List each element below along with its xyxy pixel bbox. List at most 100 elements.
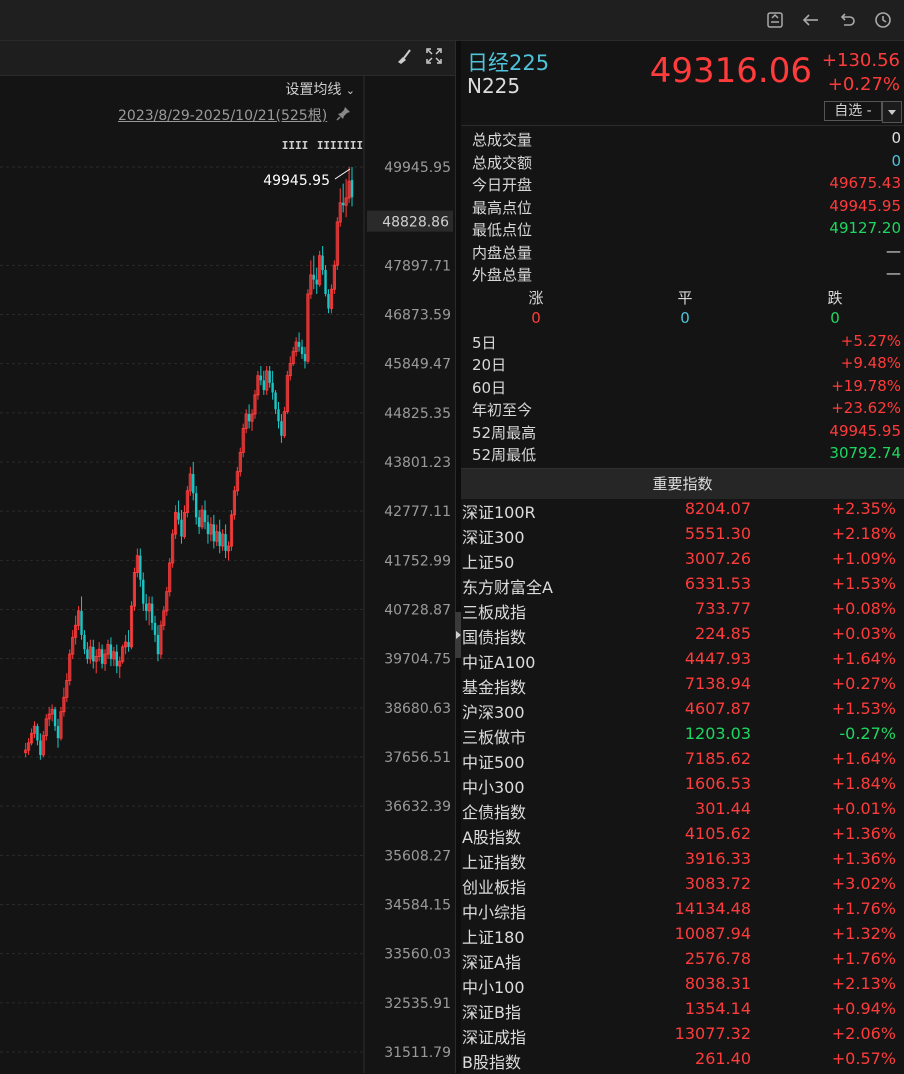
- candle-body: [83, 634, 86, 650]
- brush-icon[interactable]: [395, 47, 413, 69]
- index-row-price: 2576.78: [684, 949, 751, 968]
- candle-body: [274, 392, 277, 410]
- index-row[interactable]: 深证成指 13077.32 +2.06%: [461, 1024, 904, 1049]
- index-row-change: +0.03%: [831, 624, 896, 643]
- index-row-price: 4105.62: [684, 824, 751, 843]
- stat-row: 最高点位 49945.95: [461, 197, 904, 219]
- index-row-name: 深证A指: [462, 953, 521, 972]
- index-row-name: 中小100: [462, 978, 525, 997]
- index-row-name: 深证成指: [462, 1028, 527, 1047]
- candle-body: [142, 579, 145, 604]
- stat-value: —: [886, 264, 901, 282]
- period-value: +5.27%: [840, 331, 901, 350]
- index-row[interactable]: 创业板指 3083.72 +3.02%: [461, 874, 904, 899]
- index-row[interactable]: 中证500 7185.62 +1.64%: [461, 749, 904, 774]
- candle-body: [177, 512, 180, 520]
- candle-body: [145, 603, 148, 611]
- candle-body: [327, 294, 330, 309]
- index-row[interactable]: 东方财富全A 6331.53 +1.53%: [461, 574, 904, 599]
- index-row-price: 3007.26: [684, 549, 751, 568]
- set-ma-button[interactable]: 设置均线 ⌄: [285, 79, 355, 99]
- index-row-change: +1.64%: [831, 649, 896, 668]
- period-value: +19.78%: [831, 376, 901, 395]
- index-row[interactable]: 基金指数 7138.94 +0.27%: [461, 674, 904, 699]
- period-value: 49945.95: [829, 421, 901, 440]
- index-row[interactable]: 深证B指 1354.14 +0.94%: [461, 999, 904, 1024]
- index-row[interactable]: 上证指数 3916.33 +1.36%: [461, 849, 904, 874]
- candle-body: [100, 649, 104, 664]
- index-row[interactable]: 中小300 1606.53 +1.84%: [461, 774, 904, 799]
- index-row[interactable]: 三板成指 733.77 +0.08%: [461, 599, 904, 624]
- period-row: 5日 +5.27%: [461, 332, 904, 354]
- index-row[interactable]: 上证180 10087.94 +1.32%: [461, 924, 904, 949]
- stat-label: 总成交量: [472, 131, 533, 149]
- candle-body: [80, 610, 83, 635]
- index-row[interactable]: 深证300 5551.30 +2.18%: [461, 524, 904, 549]
- y-tick-label: 45849.47: [384, 357, 451, 373]
- index-row-change: +2.13%: [831, 974, 896, 993]
- breadth-header-label: 涨: [528, 288, 544, 307]
- stat-label: 外盘总量: [472, 266, 533, 284]
- y-tick-label: 39704.75: [384, 652, 451, 668]
- expand-icon[interactable]: [425, 47, 443, 69]
- undo-icon[interactable]: [834, 8, 860, 32]
- index-row[interactable]: B股指数 261.40 +0.57%: [461, 1049, 904, 1074]
- price-change: +130.56 +0.27%: [822, 49, 900, 97]
- breadth-header-label: 跌: [827, 288, 843, 307]
- period-label: 年初至今: [472, 401, 533, 419]
- period-label: 20日: [472, 356, 507, 374]
- index-row-name: 上证180: [462, 928, 525, 947]
- back-arrow-icon[interactable]: [798, 8, 824, 32]
- kline-chart[interactable]: 49945.95 47897.71 46873.59 45849.47 44825.35…: [0, 41, 455, 1073]
- last-price: 49316.06: [649, 51, 812, 91]
- stat-row: 今日开盘 49675.43: [461, 174, 904, 196]
- candle-body: [53, 709, 57, 727]
- y-tick-label: 35608.27: [384, 848, 451, 864]
- watchlist-dropdown[interactable]: [882, 101, 902, 123]
- candle-body: [312, 274, 315, 280]
- index-row[interactable]: 国债指数 224.85 +0.03%: [461, 624, 904, 649]
- index-row[interactable]: 上证50 3007.26 +1.09%: [461, 549, 904, 574]
- index-row[interactable]: 中小综指 14134.48 +1.76%: [461, 899, 904, 924]
- history-icon[interactable]: [870, 8, 896, 32]
- breadth-count: 0: [830, 309, 840, 327]
- quote-header: 日经225 N225 49316.06 +130.56 +0.27% 自选 -: [461, 41, 904, 126]
- index-row-name: 企债指数: [462, 803, 527, 822]
- stat-label: 最低点位: [472, 221, 533, 239]
- y-tick-label: 37656.51: [384, 750, 451, 766]
- change-percent: +0.27%: [827, 74, 900, 95]
- index-row[interactable]: 深证A指 2576.78 +1.76%: [461, 949, 904, 974]
- index-name: 日经225: [467, 51, 550, 75]
- date-range-label[interactable]: 2023/8/29-2025/10/21(525根): [118, 105, 327, 125]
- index-row-price: 5551.30: [684, 524, 751, 543]
- index-row[interactable]: A股指数 4105.62 +1.36%: [461, 824, 904, 849]
- export-icon[interactable]: [762, 8, 788, 32]
- breadth-count: 0: [680, 309, 690, 327]
- period-row: 60日 +19.78%: [461, 377, 904, 399]
- index-row-change: +0.94%: [831, 999, 896, 1018]
- candle-body: [350, 180, 354, 198]
- watchlist-button[interactable]: 自选 -: [824, 101, 882, 121]
- index-row-name: 国债指数: [462, 628, 527, 647]
- stat-label: 今日开盘: [472, 176, 533, 194]
- index-row-price: 8204.07: [684, 499, 751, 518]
- index-row-price: 224.85: [695, 624, 751, 643]
- index-row-price: 1354.14: [684, 999, 751, 1018]
- pin-icon[interactable]: [336, 105, 352, 125]
- index-row[interactable]: 深证100R 8204.07 +2.35%: [461, 499, 904, 524]
- index-row[interactable]: 沪深300 4607.87 +1.53%: [461, 699, 904, 724]
- stat-row: 总成交量 0: [461, 129, 904, 151]
- index-row-name: 中小综指: [462, 903, 527, 922]
- set-ma-label: 设置均线: [285, 82, 342, 98]
- index-row[interactable]: 中小100 8038.31 +2.13%: [461, 974, 904, 999]
- candle-body: [324, 270, 327, 295]
- breadth-count: 0: [531, 309, 541, 327]
- index-row-change: +1.76%: [831, 899, 896, 918]
- index-row[interactable]: 中证A100 4447.93 +1.64%: [461, 649, 904, 674]
- stat-row: 外盘总量 —: [461, 264, 904, 286]
- index-row[interactable]: 三板做市 1203.03 -0.27%: [461, 724, 904, 749]
- index-row[interactable]: 企债指数 301.44 +0.01%: [461, 799, 904, 824]
- candle-body: [218, 531, 221, 547]
- index-row-price: 4447.93: [684, 649, 751, 668]
- y-tick-label: 38680.63: [384, 701, 451, 717]
